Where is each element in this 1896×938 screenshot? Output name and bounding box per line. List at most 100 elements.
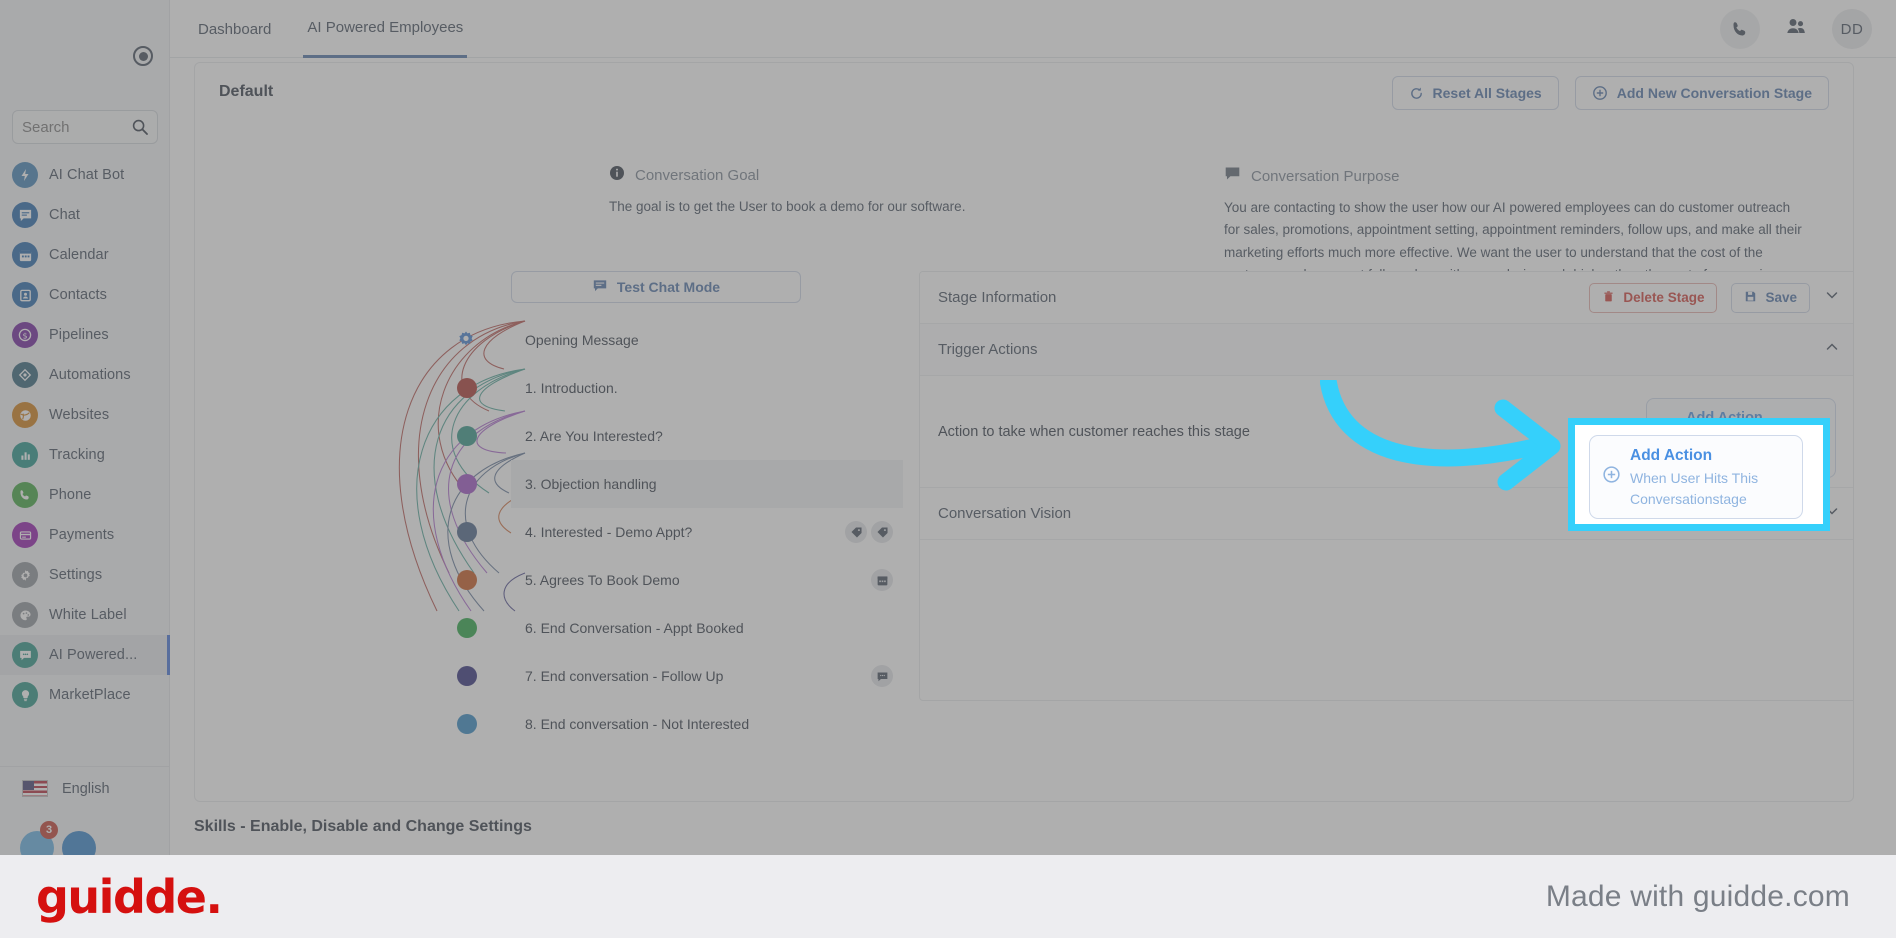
sidebar-item-white-label[interactable]: White Label — [0, 595, 170, 635]
stage-color-dot — [457, 426, 477, 446]
tab-ai-powered-employees[interactable]: AI Powered Employees — [303, 0, 468, 58]
sidebar-nav-list: AI Chat Bot Chat Calendar Contacts $ Pip… — [0, 155, 170, 715]
workflow-icon — [12, 362, 38, 388]
chevron-up-icon[interactable] — [1824, 339, 1840, 360]
stage-row-1[interactable]: 1. Introduction. — [457, 364, 903, 412]
delete-stage-label: Delete Stage — [1623, 290, 1705, 305]
sidebar-item-contacts[interactable]: Contacts — [0, 275, 170, 315]
trigger-actions-description: Action to take when customer reaches thi… — [938, 423, 1250, 440]
sidebar-item-payments[interactable]: Payments — [0, 515, 170, 555]
trash-icon — [1602, 290, 1615, 306]
sidebar-item-pipelines[interactable]: $ Pipelines — [0, 315, 170, 355]
collapse-circle-icon[interactable] — [133, 46, 153, 66]
calendar-icon — [12, 242, 38, 268]
tab-dashboard[interactable]: Dashboard — [194, 0, 275, 58]
skills-heading: Skills - Enable, Disable and Change Sett… — [194, 818, 532, 835]
refresh-icon — [1409, 86, 1424, 101]
people-icon[interactable] — [1784, 15, 1808, 44]
sidebar-item-label: Phone — [49, 487, 92, 503]
stage-row-5[interactable]: 5. Agrees To Book Demo — [457, 556, 903, 604]
stage-row-8[interactable]: 8. End conversation - Not Interested — [457, 700, 903, 748]
stage-row-icons — [845, 521, 893, 543]
sidebar-item-label: Settings — [49, 567, 103, 583]
reset-all-stages-label: Reset All Stages — [1432, 85, 1542, 101]
test-chat-mode-button[interactable]: Test Chat Mode — [511, 271, 801, 303]
sidebar-item-chat[interactable]: Chat — [0, 195, 170, 235]
sidebar-item-label: Tracking — [49, 447, 105, 463]
phone-icon — [12, 482, 38, 508]
test-chat-mode-label: Test Chat Mode — [616, 279, 721, 295]
search-icon — [132, 119, 148, 135]
stage-information-title: Stage Information — [938, 289, 1057, 306]
sidebar-item-label: AI Powered... — [49, 647, 138, 663]
sidebar-item-calendar[interactable]: Calendar — [0, 235, 170, 275]
message-icon — [1224, 165, 1241, 187]
stage-color-dot — [457, 618, 477, 638]
tag-icon[interactable] — [845, 521, 867, 543]
sidebar-item-websites[interactable]: Websites — [0, 395, 170, 435]
sidebar-item-label: Contacts — [49, 287, 108, 303]
sidebar-item-settings[interactable]: Settings — [0, 555, 170, 595]
message-icon[interactable] — [871, 665, 893, 687]
save-disk-icon — [1744, 290, 1757, 306]
top-bar: Dashboard AI Powered Employees DD — [170, 0, 1896, 58]
stage-row-opening-message[interactable]: Opening Message — [459, 316, 903, 364]
avatar[interactable]: DD — [1832, 9, 1872, 49]
top-tabs: Dashboard AI Powered Employees — [194, 0, 468, 58]
tab-label: AI Powered Employees — [307, 19, 464, 36]
accordion-trigger-actions[interactable]: Trigger Actions — [920, 324, 1853, 376]
sidebar-item-tracking[interactable]: Tracking — [0, 435, 170, 475]
stage-row-icons — [871, 665, 893, 687]
save-button[interactable]: Save — [1731, 282, 1810, 313]
card-header-buttons: Reset All Stages Add New Conversation St… — [1391, 76, 1829, 110]
stage-row-7[interactable]: 7. End conversation - Follow Up — [457, 652, 903, 700]
curved-arrow-icon — [1320, 380, 1561, 491]
globe-icon — [12, 402, 38, 428]
chat-bubble-secondary-icon[interactable] — [62, 831, 96, 855]
gear-icon — [455, 329, 477, 351]
guidde-logo: guidde. — [36, 869, 223, 924]
language-selector[interactable]: English — [0, 766, 170, 810]
stage-row-4[interactable]: 4. Interested - Demo Appt? — [457, 508, 903, 556]
credit-card-icon — [12, 522, 38, 548]
support-chat-bubbles[interactable] — [20, 831, 96, 855]
contact-card-icon — [12, 282, 38, 308]
stage-color-dot — [457, 522, 477, 542]
stage-row-2[interactable]: 2. Are You Interested? — [457, 412, 903, 460]
accordion-stage-information[interactable]: Stage Information Delete Stage Save — [920, 272, 1853, 324]
stage-label: 7. End conversation - Follow Up — [525, 668, 724, 684]
sidebar-item-label: Payments — [49, 527, 115, 543]
phone-icon[interactable] — [1720, 9, 1760, 49]
stage-color-dot — [457, 666, 477, 686]
trigger-actions-title: Trigger Actions — [938, 341, 1038, 358]
sidebar-item-ai-chat-bot[interactable]: AI Chat Bot — [0, 155, 170, 195]
calendar-icon[interactable] — [871, 569, 893, 591]
stage-label: 6. End Conversation - Appt Booked — [525, 620, 744, 636]
tag-icon[interactable] — [871, 521, 893, 543]
search-box[interactable] — [12, 110, 158, 144]
sidebar-item-automations[interactable]: Automations — [0, 355, 170, 395]
delete-stage-button[interactable]: Delete Stage — [1589, 282, 1718, 313]
ai-chat-icon — [12, 642, 38, 668]
stage-color-dot — [457, 474, 477, 494]
chevron-down-icon[interactable] — [1824, 287, 1840, 308]
add-action-button-highlighted[interactable]: Add Action When User Hits This Conversat… — [1589, 435, 1803, 519]
add-new-conversation-stage-button[interactable]: Add New Conversation Stage — [1574, 76, 1829, 110]
sidebar-item-phone[interactable]: Phone — [0, 475, 170, 515]
dollar-icon: $ — [12, 322, 38, 348]
search-input[interactable] — [22, 118, 132, 136]
sidebar-item-label: Pipelines — [49, 327, 109, 343]
add-action-highlight: Add Action When User Hits This Conversat… — [1568, 418, 1830, 531]
stage-row-6[interactable]: 6. End Conversation - Appt Booked — [457, 604, 903, 652]
conversation-purpose-heading: Conversation Purpose — [1251, 167, 1400, 185]
reset-all-stages-button[interactable]: Reset All Stages — [1391, 76, 1559, 110]
sidebar-item-marketplace[interactable]: MarketPlace — [0, 675, 170, 715]
svg-text:$: $ — [22, 331, 27, 340]
stage-label: Opening Message — [525, 332, 639, 348]
us-flag-icon — [22, 780, 48, 797]
stage-row-3[interactable]: 3. Objection handling — [457, 460, 903, 508]
stage-label: 4. Interested - Demo Appt? — [525, 524, 693, 540]
sidebar-item-label: Calendar — [49, 247, 109, 263]
sidebar-item-ai-powered[interactable]: AI Powered... — [0, 635, 170, 675]
info-icon — [609, 165, 625, 186]
